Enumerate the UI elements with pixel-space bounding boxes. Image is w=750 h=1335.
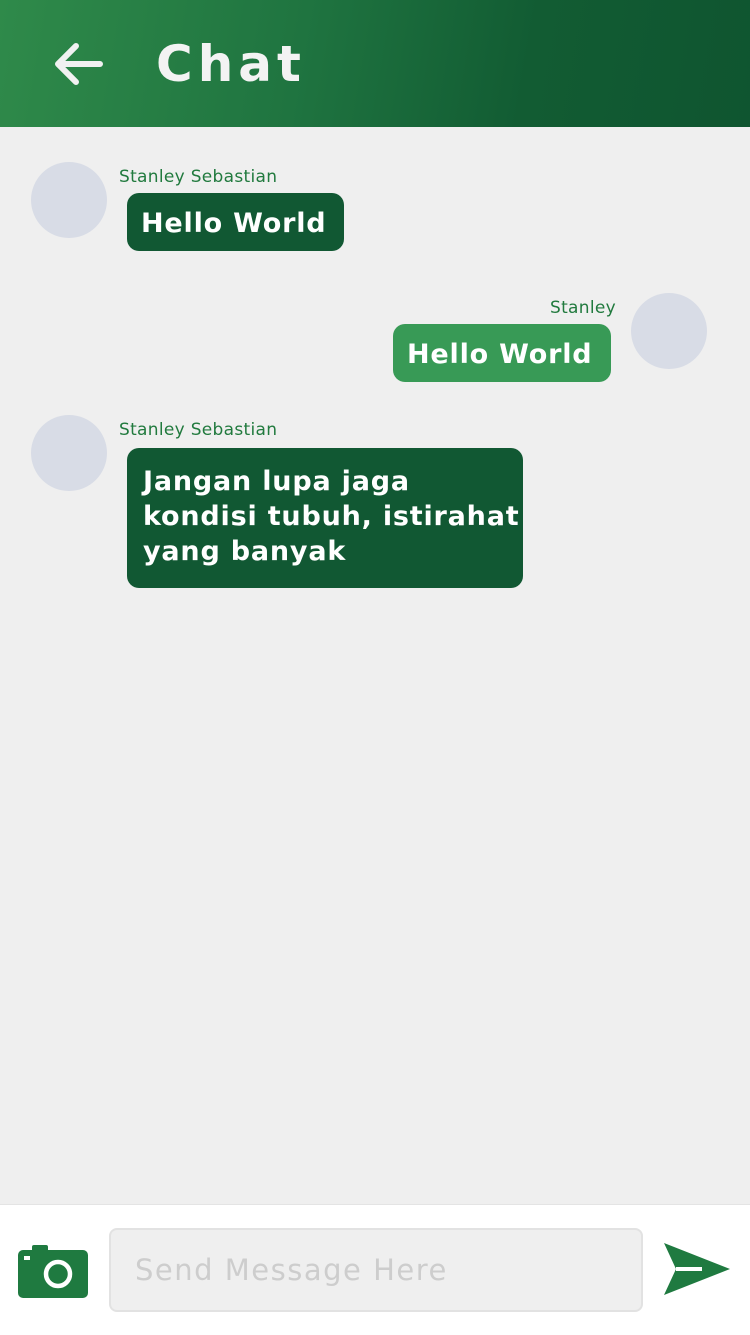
camera-icon bbox=[18, 1245, 88, 1298]
page-title: Chat bbox=[156, 35, 306, 93]
app-header: Chat bbox=[0, 0, 750, 127]
arrow-left-icon bbox=[55, 43, 103, 85]
camera-button[interactable] bbox=[16, 1245, 90, 1299]
message-bubble[interactable]: Hello World bbox=[127, 193, 344, 251]
message-text-line: kondisi tubuh, istirahat bbox=[143, 501, 520, 532]
sender-name: Stanley Sebastian bbox=[119, 167, 278, 187]
back-button[interactable] bbox=[48, 36, 108, 92]
sender-name: Stanley Sebastian bbox=[119, 420, 278, 440]
message-text-line: Jangan lupa jaga bbox=[143, 466, 410, 497]
message-composer bbox=[0, 1204, 750, 1335]
avatar[interactable] bbox=[31, 162, 107, 238]
message-bubble[interactable]: Hello World bbox=[393, 324, 611, 382]
message-bubble[interactable]: Jangan lupa jaga kondisi tubuh, istiraha… bbox=[127, 448, 523, 588]
avatar[interactable] bbox=[631, 293, 707, 369]
sender-name: Stanley bbox=[550, 298, 616, 318]
avatar[interactable] bbox=[31, 415, 107, 491]
chat-screen: Chat Stanley Sebastian Hello World Stanl… bbox=[0, 0, 750, 1335]
message-input[interactable] bbox=[109, 1228, 643, 1312]
send-icon bbox=[664, 1243, 730, 1295]
send-button[interactable] bbox=[662, 1241, 732, 1297]
message-text-line: yang banyak bbox=[143, 536, 347, 567]
